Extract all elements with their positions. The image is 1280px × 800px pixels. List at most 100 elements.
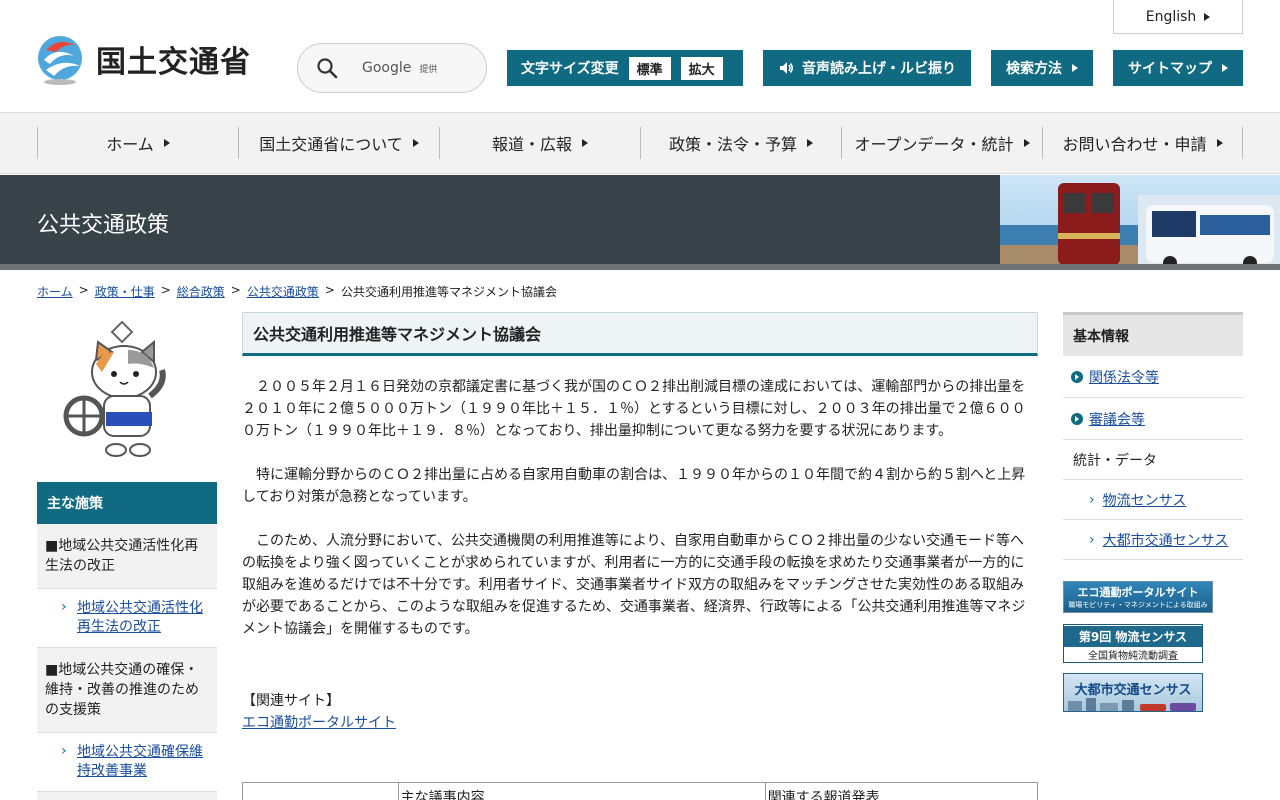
left-nav-category-empty <box>37 792 217 800</box>
voice-ruby-button[interactable]: 音声読み上げ・ルビ振り <box>763 50 971 86</box>
gnav-label: ホーム <box>106 135 154 154</box>
mlit-logo-icon <box>38 36 82 85</box>
left-sidebar-nav: 主な施策 ■地域公共交通活性化再生法の改正 地域公共交通活性化再生法の改正 ■地… <box>37 482 217 800</box>
triangle-right-icon <box>582 139 588 147</box>
breadcrumb-separator: > <box>160 283 171 297</box>
gnav-item-contact[interactable]: お問い合わせ・申請 <box>1042 127 1243 159</box>
left-nav-link-maintenance-project[interactable]: 地域公共交通確保維持改善事業 <box>77 743 209 781</box>
right-nav-subitem: › 大都市交通センサス <box>1063 520 1243 560</box>
gnav-label: お問い合わせ・申請 <box>1062 135 1207 154</box>
circle-arrow-icon <box>1071 412 1083 425</box>
gnav-item-opendata[interactable]: オープンデータ・統計 <box>841 127 1042 159</box>
sitemap-button[interactable]: サイトマップ <box>1113 50 1243 86</box>
eco-commute-portal-link[interactable]: エコ通勤ポータルサイト <box>242 712 1038 732</box>
circle-arrow-icon <box>1071 370 1083 383</box>
paragraph: ２００５年２月１６日発効の京都議定書に基づく我が国のＣＯ２排出削減目標の達成にお… <box>242 379 1026 439</box>
breadcrumb-separator: > <box>324 283 335 297</box>
left-nav-category: ■地域公共交通活性化再生法の改正 <box>37 524 217 589</box>
left-nav-subitem: 地域公共交通確保維持改善事業 <box>37 733 217 792</box>
left-nav-link-revitalization-law[interactable]: 地域公共交通活性化再生法の改正 <box>77 599 209 637</box>
section-title: 公共交通政策 <box>37 213 170 238</box>
triangle-right-icon <box>412 139 419 147</box>
breadcrumb: ホーム > 政策・仕事 > 総合政策 > 公共交通政策 > 公共交通利用推進等マ… <box>37 283 557 300</box>
breadcrumb-home[interactable]: ホーム <box>37 283 73 300</box>
english-label: English <box>1145 8 1197 25</box>
triangle-right-icon <box>807 139 813 147</box>
gnav-item-about[interactable]: 国土交通省について <box>238 127 439 159</box>
right-nav-heading: 基本情報 <box>1063 312 1243 356</box>
meeting-table-header: 主な議事内容 関連する報道発表 <box>242 782 1038 800</box>
right-sidebar-nav: 基本情報 関係法令等 審議会等 統計・データ › 物流センサス › 大都市交通セ… <box>1063 312 1243 560</box>
gnav-label: 報道・広報 <box>491 135 572 154</box>
related-sites-heading: 【関連サイト】 <box>242 693 340 709</box>
left-nav-heading: 主な施策 <box>37 482 217 524</box>
gnav-label: オープンデータ・統計 <box>854 135 1014 154</box>
global-nav: ホーム 国土交通省について 報道・広報 政策・法令・予算 オープンデータ・統計 … <box>0 112 1280 174</box>
gnav-item-home[interactable]: ホーム <box>37 127 238 159</box>
paragraph: 特に運輸分野からのＣＯ２排出量に占める自家用自動車の割合は、１９９０年からの１０… <box>242 467 1026 505</box>
eco-commute-banner[interactable]: エコ通勤ポータルサイト 職場モビリティ・マネジメントによる取組み <box>1063 581 1213 613</box>
breadcrumb-separator: > <box>78 283 89 297</box>
search-icon[interactable] <box>316 57 338 79</box>
table-header-cell: 関連する報道発表 <box>767 790 880 800</box>
right-nav-subitem: › 物流センサス <box>1063 480 1243 520</box>
triangle-right-icon <box>1222 64 1228 72</box>
section-banner: 公共交通政策 <box>0 175 1280 269</box>
google-sub-label: 提供 <box>419 64 438 75</box>
gnav-label: 国土交通省について <box>259 135 403 154</box>
triangle-right-icon <box>163 139 170 147</box>
search-howto-button[interactable]: 検索方法 <box>991 50 1093 86</box>
banner-subtitle: 全国貨物純流動調査 <box>1088 650 1178 662</box>
font-size-standard-button[interactable]: 標準 <box>628 56 671 80</box>
cat-mascot-illustration <box>63 320 166 457</box>
right-nav-link-logistics-census[interactable]: 物流センサス <box>1103 490 1187 510</box>
breadcrumb-general-policy[interactable]: 総合政策 <box>177 283 225 300</box>
right-nav-link-laws[interactable]: 関係法令等 <box>1089 367 1159 387</box>
right-nav-link-councils[interactable]: 審議会等 <box>1089 409 1145 429</box>
gnav-item-policy[interactable]: 政策・法令・予算 <box>640 127 841 159</box>
banner-title: エコ通勤ポータルサイト <box>1077 586 1199 599</box>
train-bus-photo <box>1000 175 1280 269</box>
sitemap-label: サイトマップ <box>1128 61 1212 77</box>
font-size-label: 文字サイズ変更 <box>521 61 619 77</box>
banner-subtitle: 職場モビリティ・マネジメントによる取組み <box>1068 601 1208 609</box>
howto-label: 検索方法 <box>1006 61 1062 77</box>
right-nav-link-metro-census[interactable]: 大都市交通センサス <box>1103 530 1229 550</box>
paragraph: このため、人流分野において、公共交通機関の利用推進等により、自家用自動車からＣＯ… <box>242 533 1026 637</box>
right-nav-item-councils: 審議会等 <box>1063 398 1243 440</box>
chevron-right-icon: › <box>1089 531 1095 548</box>
site-search-box[interactable]: Google 提供 <box>297 43 487 93</box>
banner-stripe <box>0 264 1280 270</box>
voice-label: 音声読み上げ・ルビ振り <box>802 61 956 77</box>
banner-title: 第9回 物流センサス <box>1064 625 1202 647</box>
site-logo[interactable]: 国土交通省 <box>36 32 251 86</box>
english-button[interactable]: English <box>1113 0 1243 34</box>
table-header-cell: 主な議事内容 <box>399 783 766 800</box>
main-content: 公共交通利用推進等マネジメント協議会 ２００５年２月１６日発効の京都議定書に基づ… <box>242 312 1038 800</box>
right-nav-item-laws: 関係法令等 <box>1063 356 1243 398</box>
left-nav-category: ■地域公共交通の確保・維持・改善の推進のための支援策 <box>37 648 217 733</box>
breadcrumb-public-transport[interactable]: 公共交通政策 <box>247 283 319 300</box>
metro-census-banner[interactable]: 大都市交通センサス <box>1063 673 1203 712</box>
breadcrumb-current: 公共交通利用推進等マネジメント協議会 <box>340 285 557 299</box>
page-title: 公共交通利用推進等マネジメント協議会 <box>242 312 1038 356</box>
google-label: Google <box>362 60 412 76</box>
gnav-label: 政策・法令・予算 <box>668 135 797 154</box>
right-nav-category-statistics: 統計・データ <box>1063 440 1243 480</box>
chevron-right-icon: › <box>1089 491 1095 508</box>
breadcrumb-separator: > <box>230 283 241 297</box>
gnav-item-press[interactable]: 報道・広報 <box>439 127 640 159</box>
speaker-icon <box>780 62 793 74</box>
font-size-control: 文字サイズ変更 標準 拡大 <box>507 50 743 86</box>
table-header-cell <box>243 783 399 800</box>
city-skyline-icon <box>1068 698 1196 711</box>
logo-text: 国土交通省 <box>96 45 251 80</box>
font-size-large-button[interactable]: 拡大 <box>680 56 723 80</box>
site-header: 国土交通省 Google 提供 English 文字サイズ変更 標準 拡大 音声… <box>0 0 1280 112</box>
triangle-right-icon <box>1216 139 1223 147</box>
breadcrumb-policy[interactable]: 政策・仕事 <box>95 283 155 300</box>
triangle-right-icon <box>1072 64 1078 72</box>
logistics-census-banner[interactable]: 第9回 物流センサス 全国貨物純流動調査 <box>1063 624 1203 663</box>
banner-title: 大都市交通センサス <box>1074 683 1192 698</box>
triangle-right-icon <box>1204 12 1211 21</box>
